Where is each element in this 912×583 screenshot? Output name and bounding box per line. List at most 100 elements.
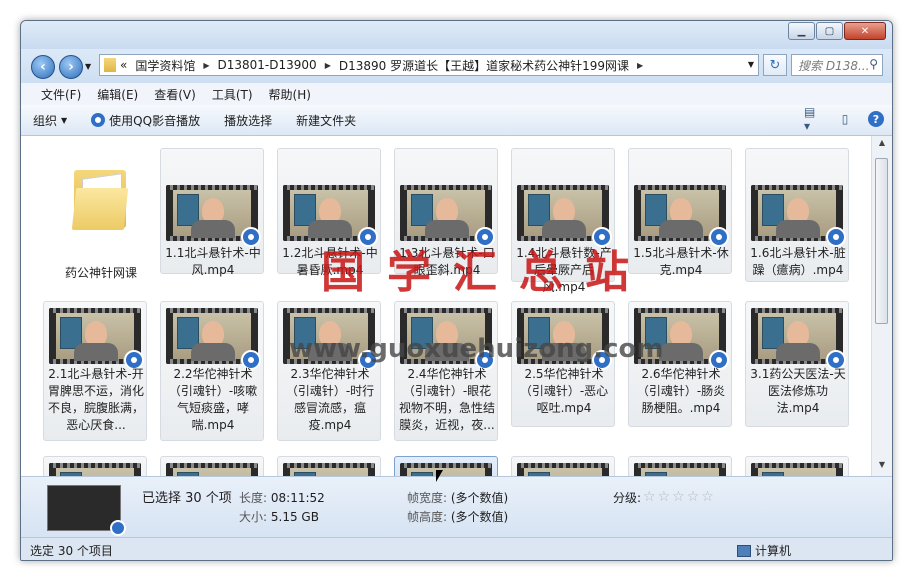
- video-file-item[interactable]: 1.3北斗悬针术-口眼歪斜.mp4: [394, 148, 498, 277]
- search-input[interactable]: 搜索 D138... ⚲: [791, 54, 883, 76]
- help-icon[interactable]: ?: [868, 111, 884, 127]
- play-selection-label: 播放选择: [224, 113, 273, 128]
- video-file-item[interactable]: 3.1药公天医法-天医法修炼功法.mp4: [745, 301, 849, 427]
- status-location: 计算机: [737, 542, 791, 559]
- menu-tools[interactable]: 工具(T): [204, 86, 261, 103]
- menu-view[interactable]: 查看(V): [146, 86, 204, 103]
- file-name: 2.3华佗神针术（引魂针）-时行感冒流感，瘟疫.mp4: [285, 367, 375, 432]
- star-icon[interactable]: ☆: [687, 489, 700, 505]
- breadcrumb-separator-icon[interactable]: ▶: [321, 61, 335, 70]
- video-file-item[interactable]: [511, 456, 615, 476]
- folder-label: 药公神针网课: [64, 266, 137, 280]
- video-thumbnail: [283, 463, 375, 476]
- breadcrumb-item[interactable]: 国学资料馆: [131, 57, 199, 74]
- menu-help[interactable]: 帮助(H): [261, 86, 319, 103]
- new-folder-button[interactable]: 新建文件夹: [284, 112, 368, 129]
- video-thumbnail: [49, 463, 141, 476]
- organize-button[interactable]: 组织 ▼: [21, 112, 79, 129]
- address-row: ‹ › ▼ « 国学资料馆 ▶ D13801-D13900 ▶ D13890 罗…: [21, 49, 892, 83]
- vertical-scrollbar[interactable]: ▲ ▼: [871, 136, 892, 476]
- file-name: 1.1北斗悬针术-中风.mp4: [165, 246, 261, 277]
- forward-button[interactable]: ›: [59, 55, 83, 79]
- minimize-button[interactable]: ▁: [788, 22, 815, 40]
- video-file-item[interactable]: 2.3华佗神针术（引魂针）-时行感冒流感，瘟疫.mp4: [277, 301, 381, 441]
- star-icon[interactable]: ☆: [643, 489, 656, 505]
- video-file-item[interactable]: 2.4华佗神针术（引魂针）-眼花视物不明，急性结膜炎，近视，夜...: [394, 301, 498, 441]
- folder-item[interactable]: 药公神针网课: [56, 166, 146, 286]
- frame-width-label: 帧宽度:: [407, 491, 448, 505]
- frame-height-row: 帧高度: (多个数值): [407, 508, 508, 525]
- qq-player-icon: [475, 227, 495, 247]
- qq-player-icon: [592, 227, 612, 247]
- preview-pane-icon[interactable]: ▯: [836, 110, 854, 128]
- video-file-item[interactable]: 1.6北斗悬针术-脏躁（癔病）.mp4: [745, 148, 849, 282]
- video-file-item[interactable]: 2.1北斗悬针术-开胃脾思不运，消化不良，脘腹胀满，恶心厌食...: [43, 301, 147, 441]
- breadcrumb-item[interactable]: D13890 罗源道长【王越】道家秘术药公神针199网课: [335, 57, 633, 74]
- rating-stars[interactable]: ☆ ☆ ☆ ☆ ☆: [643, 489, 714, 505]
- rating-label: 分级:: [613, 491, 642, 505]
- qq-player-icon: [358, 227, 378, 247]
- menu-file[interactable]: 文件(F): [33, 86, 89, 103]
- search-icon[interactable]: ⚲: [869, 57, 878, 71]
- status-location-label: 计算机: [755, 544, 792, 558]
- video-file-item[interactable]: [745, 456, 849, 476]
- back-button[interactable]: ‹: [31, 55, 55, 79]
- folder-icon: [71, 166, 129, 230]
- breadcrumb-item[interactable]: D13801-D13900: [214, 58, 321, 72]
- maximize-button[interactable]: ▢: [816, 22, 843, 40]
- video-file-item[interactable]: 2.2华佗神针术（引魂针）-咳嗽气短痰盛，哮喘.mp4: [160, 301, 264, 441]
- recent-pages-dropdown[interactable]: ▼: [85, 62, 91, 71]
- video-file-item[interactable]: 2.6华佗神针术（引魂针）-肠炎肠梗阻。.mp4: [628, 301, 732, 427]
- organize-label: 组织: [33, 113, 58, 128]
- video-file-item[interactable]: [43, 456, 147, 476]
- address-dropdown-icon[interactable]: ▼: [748, 60, 754, 69]
- file-name: 1.2北斗悬针术-中暑昏厥.mp4: [282, 246, 378, 277]
- qq-player-icon: [709, 227, 729, 247]
- video-file-item[interactable]: 1.5北斗悬针术-休克.mp4: [628, 148, 732, 277]
- selected-count: 已选择 30 个项: [142, 491, 232, 506]
- address-bar[interactable]: « 国学资料馆 ▶ D13801-D13900 ▶ D13890 罗源道长【王越…: [99, 54, 759, 76]
- qq-player-icon: [826, 227, 846, 247]
- video-file-item[interactable]: 1.4北斗悬针数-产后晕厥产后风.mp4: [511, 148, 615, 294]
- play-selection-button[interactable]: 播放选择: [212, 112, 284, 129]
- length-value: 08:11:52: [270, 491, 325, 505]
- scroll-thumb[interactable]: [875, 158, 888, 324]
- title-bar: ▁ ▢ ✕: [21, 21, 892, 49]
- breadcrumb-overflow[interactable]: «: [116, 58, 131, 72]
- play-qq-button[interactable]: 使用QQ影音播放: [79, 112, 212, 129]
- refresh-button[interactable]: ↻: [763, 54, 787, 76]
- details-pane: 已选择 30 个项 长度: 08:11:52 大小: 5.15 GB 帧宽度: …: [21, 476, 892, 538]
- star-icon[interactable]: ☆: [658, 489, 671, 505]
- scroll-down-icon[interactable]: ▼: [875, 460, 889, 474]
- breadcrumb-separator-icon[interactable]: ▶: [199, 61, 213, 70]
- star-icon[interactable]: ☆: [701, 489, 714, 505]
- file-view[interactable]: 药公神针网课 1.1北斗悬针术-中风.mp4 1.2北斗悬针术-中暑昏厥.mp4…: [21, 136, 871, 476]
- video-file-item[interactable]: 1.1北斗悬针术-中风.mp4: [160, 148, 264, 277]
- qq-player-icon: [241, 227, 261, 247]
- video-file-item[interactable]: [394, 456, 498, 476]
- video-thumbnail: [166, 463, 258, 476]
- scroll-up-icon[interactable]: ▲: [875, 138, 889, 152]
- video-file-item[interactable]: 2.5华佗神针术（引魂针）-恶心呕吐.mp4: [511, 301, 615, 427]
- folder-icon: [104, 58, 116, 72]
- video-file-item[interactable]: [160, 456, 264, 476]
- status-bar: 选定 30 个项目 计算机: [21, 537, 892, 560]
- close-button[interactable]: ✕: [844, 22, 886, 40]
- size-label: 大小:: [239, 510, 268, 524]
- toolbar-right: ▤ ▾ ▯ ?: [804, 105, 884, 133]
- frame-width-value: (多个数值): [450, 491, 509, 505]
- change-view-icon[interactable]: ▤ ▾: [804, 105, 822, 133]
- star-icon[interactable]: ☆: [672, 489, 685, 505]
- computer-icon: [737, 544, 751, 557]
- video-file-item[interactable]: 1.2北斗悬针术-中暑昏厥.mp4: [277, 148, 381, 277]
- breadcrumb-separator-icon[interactable]: ▶: [633, 61, 647, 70]
- window-controls: ▁ ▢ ✕: [788, 22, 886, 40]
- qq-player-icon: [91, 113, 106, 127]
- command-bar: 组织 ▼ 使用QQ影音播放 播放选择 新建文件夹 ▤ ▾ ▯ ?: [21, 105, 892, 136]
- video-file-item[interactable]: [277, 456, 381, 476]
- menu-edit[interactable]: 编辑(E): [89, 86, 146, 103]
- length-row: 长度: 08:11:52: [239, 489, 325, 506]
- video-file-item[interactable]: [628, 456, 732, 476]
- status-selection: 选定 30 个项目: [30, 544, 113, 558]
- file-name: 2.5华佗神针术（引魂针）-恶心呕吐.mp4: [519, 367, 609, 415]
